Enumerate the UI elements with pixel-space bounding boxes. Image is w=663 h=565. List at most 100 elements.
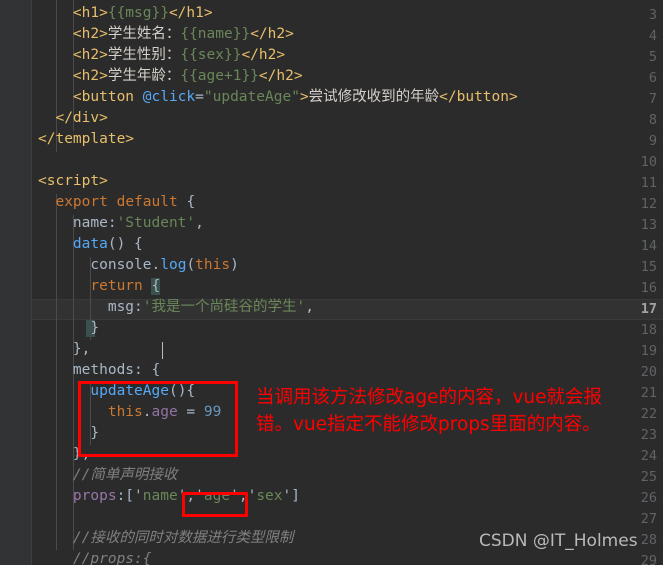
code-token: <h1> [72, 5, 108, 21]
code-token: (){ [168, 383, 196, 399]
code-line[interactable]: <script> [32, 171, 663, 192]
code-token: data [72, 236, 108, 252]
code-line[interactable]: data() { [32, 234, 663, 255]
code-token: props [72, 488, 117, 504]
code-token: 99 [203, 404, 222, 420]
code-token: {{age+1}} [180, 68, 259, 84]
code-token: name [142, 488, 178, 504]
gutter-separator [31, 0, 32, 565]
code-token: <h2> [72, 68, 108, 84]
code-token: : [107, 215, 117, 231]
code-token: <h2> [72, 26, 108, 42]
code-token: ( [186, 257, 196, 273]
code-token: 学生性别： [107, 47, 181, 63]
watermark-label: CSDN @IT_Holmes [479, 531, 638, 551]
code-token: = [195, 89, 204, 105]
code-token: "updateAge" [203, 89, 300, 105]
code-token: </template> [38, 131, 135, 147]
code-line[interactable]: console.log(this) [32, 255, 663, 276]
code-line[interactable]: <button @click="updateAge">尝试修改收到的年龄</bu… [32, 87, 663, 108]
code-token: </h2> [241, 47, 286, 63]
code-token: ) [230, 257, 239, 273]
line-number-gutter [0, 0, 31, 565]
code-token: <h2> [72, 47, 108, 63]
code-token: ',' [230, 488, 257, 504]
code-line[interactable]: name:'Student', [32, 213, 663, 234]
code-token: name [72, 215, 108, 231]
code-token: log [160, 257, 187, 273]
code-token: {{name}} [180, 26, 251, 42]
annotation-note-line-1: 当调用该方法修改age的内容，vue就会报 [256, 387, 603, 408]
code-token: updateAge [90, 383, 169, 399]
code-line[interactable]: <h1>{{msg}}</h1> [32, 3, 663, 24]
code-token: //props:{ [72, 551, 152, 565]
code-token: : [134, 299, 143, 315]
code-token: //接收的同时对数据进行类型限制 [72, 530, 294, 546]
code-token: //简单声明接收 [72, 467, 178, 483]
code-token: export [55, 194, 108, 210]
code-line-current[interactable]: msg:'我是一个尚硅谷的学生', [32, 297, 663, 318]
code-token: age [203, 488, 231, 504]
code-token: this [195, 257, 231, 273]
code-token: }, [72, 446, 91, 462]
code-line[interactable]: <h2>学生姓名：{{name}}</h2> [32, 24, 663, 45]
code-token: 学生年龄： [107, 68, 181, 84]
code-token: </div> [55, 110, 108, 126]
code-token: msg [107, 299, 135, 315]
code-token: <button [72, 89, 135, 105]
code-token: <script> [38, 173, 108, 189]
code-token: , [195, 215, 204, 231]
code-token: : { [134, 362, 161, 378]
code-line[interactable]: //简单声明接收 [32, 465, 663, 486]
text-caret [162, 342, 163, 359]
code-token: { [151, 278, 161, 294]
code-token: console [90, 257, 152, 273]
code-token: } [90, 320, 100, 336]
code-token: . [151, 257, 161, 273]
code-token: @click [142, 89, 196, 105]
code-token: {{sex}} [180, 47, 242, 63]
code-line[interactable]: }, [32, 339, 663, 360]
code-token: > [299, 89, 309, 105]
code-line[interactable]: return { [32, 276, 663, 297]
code-token: </h2> [258, 68, 303, 84]
code-token: </h2> [250, 26, 294, 42]
code-line[interactable]: </template> [32, 129, 663, 150]
code-token: {{msg}} [107, 5, 169, 21]
code-token: return [90, 278, 143, 294]
code-token: 学生姓名： [107, 26, 181, 42]
code-editor[interactable]: 3 4 5 6 7 8 9 10 11 12 13 14 15 16 17 18… [0, 0, 663, 565]
code-line[interactable]: export default { [32, 192, 663, 213]
code-token: sex [256, 488, 283, 504]
code-token: }, [72, 341, 91, 357]
code-line[interactable]: <h2>学生年龄：{{age+1}}</h2> [32, 66, 663, 87]
code-token: 'Student' [116, 215, 196, 231]
code-token: </h1> [168, 5, 213, 21]
code-token: this [107, 404, 143, 420]
code-token: 尝试修改收到的年龄 [308, 89, 440, 105]
code-token: methods [72, 362, 135, 378]
code-token: default [116, 194, 178, 210]
code-token: ',' [177, 488, 204, 504]
code-line[interactable]: <h2>学生性别：{{sex}}</h2> [32, 45, 663, 66]
code-token: } [90, 425, 100, 441]
code-line[interactable]: props:['name','age','sex'] [32, 486, 663, 507]
code-token: { [186, 194, 196, 210]
code-token: . [142, 404, 152, 420]
annotation-note-line-2: 错。vue指定不能修改props里面的内容。 [256, 414, 601, 435]
code-line[interactable]: methods: { [32, 360, 663, 381]
code-text-area[interactable]: <h1>{{msg}}</h1> <h2>学生姓名：{{name}}</h2> … [32, 0, 663, 565]
code-line[interactable]: } [32, 318, 663, 339]
code-token: = [177, 404, 204, 420]
code-token: :[' [116, 488, 143, 504]
code-token: age [151, 404, 178, 420]
code-token: '] [282, 488, 300, 504]
code-token: , [305, 299, 314, 315]
code-line[interactable]: </div> [32, 108, 663, 129]
code-token: </button> [439, 89, 518, 105]
code-token: '我是一个尚硅谷的学生' [142, 299, 306, 315]
code-line[interactable]: }, [32, 444, 663, 465]
